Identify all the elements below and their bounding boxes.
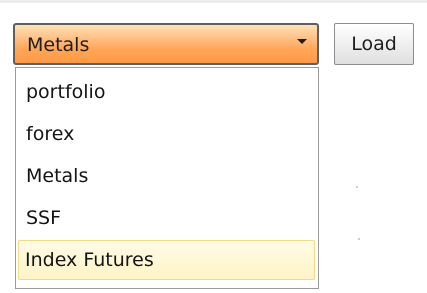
background-speck [358, 238, 360, 240]
screenshot-stage: Metals Load portfolio forex Metals SSF I… [0, 0, 427, 293]
dropdown-option-portfolio[interactable]: portfolio [16, 72, 318, 112]
load-button[interactable]: Load [334, 23, 414, 65]
dropdown-option-forex[interactable]: forex [16, 114, 318, 154]
category-select-value: Metals [27, 34, 90, 56]
dropdown-option-metals[interactable]: Metals [16, 156, 318, 196]
top-edge-line [0, 0, 427, 3]
triangle-down-icon[interactable] [297, 39, 307, 44]
category-dropdown-list: portfolio forex Metals SSF Index Futures [15, 67, 319, 289]
category-select[interactable]: Metals [13, 23, 319, 65]
dropdown-option-index-futures[interactable]: Index Futures [18, 240, 315, 280]
background-speck [356, 186, 358, 188]
dropdown-option-ssf[interactable]: SSF [16, 198, 318, 238]
